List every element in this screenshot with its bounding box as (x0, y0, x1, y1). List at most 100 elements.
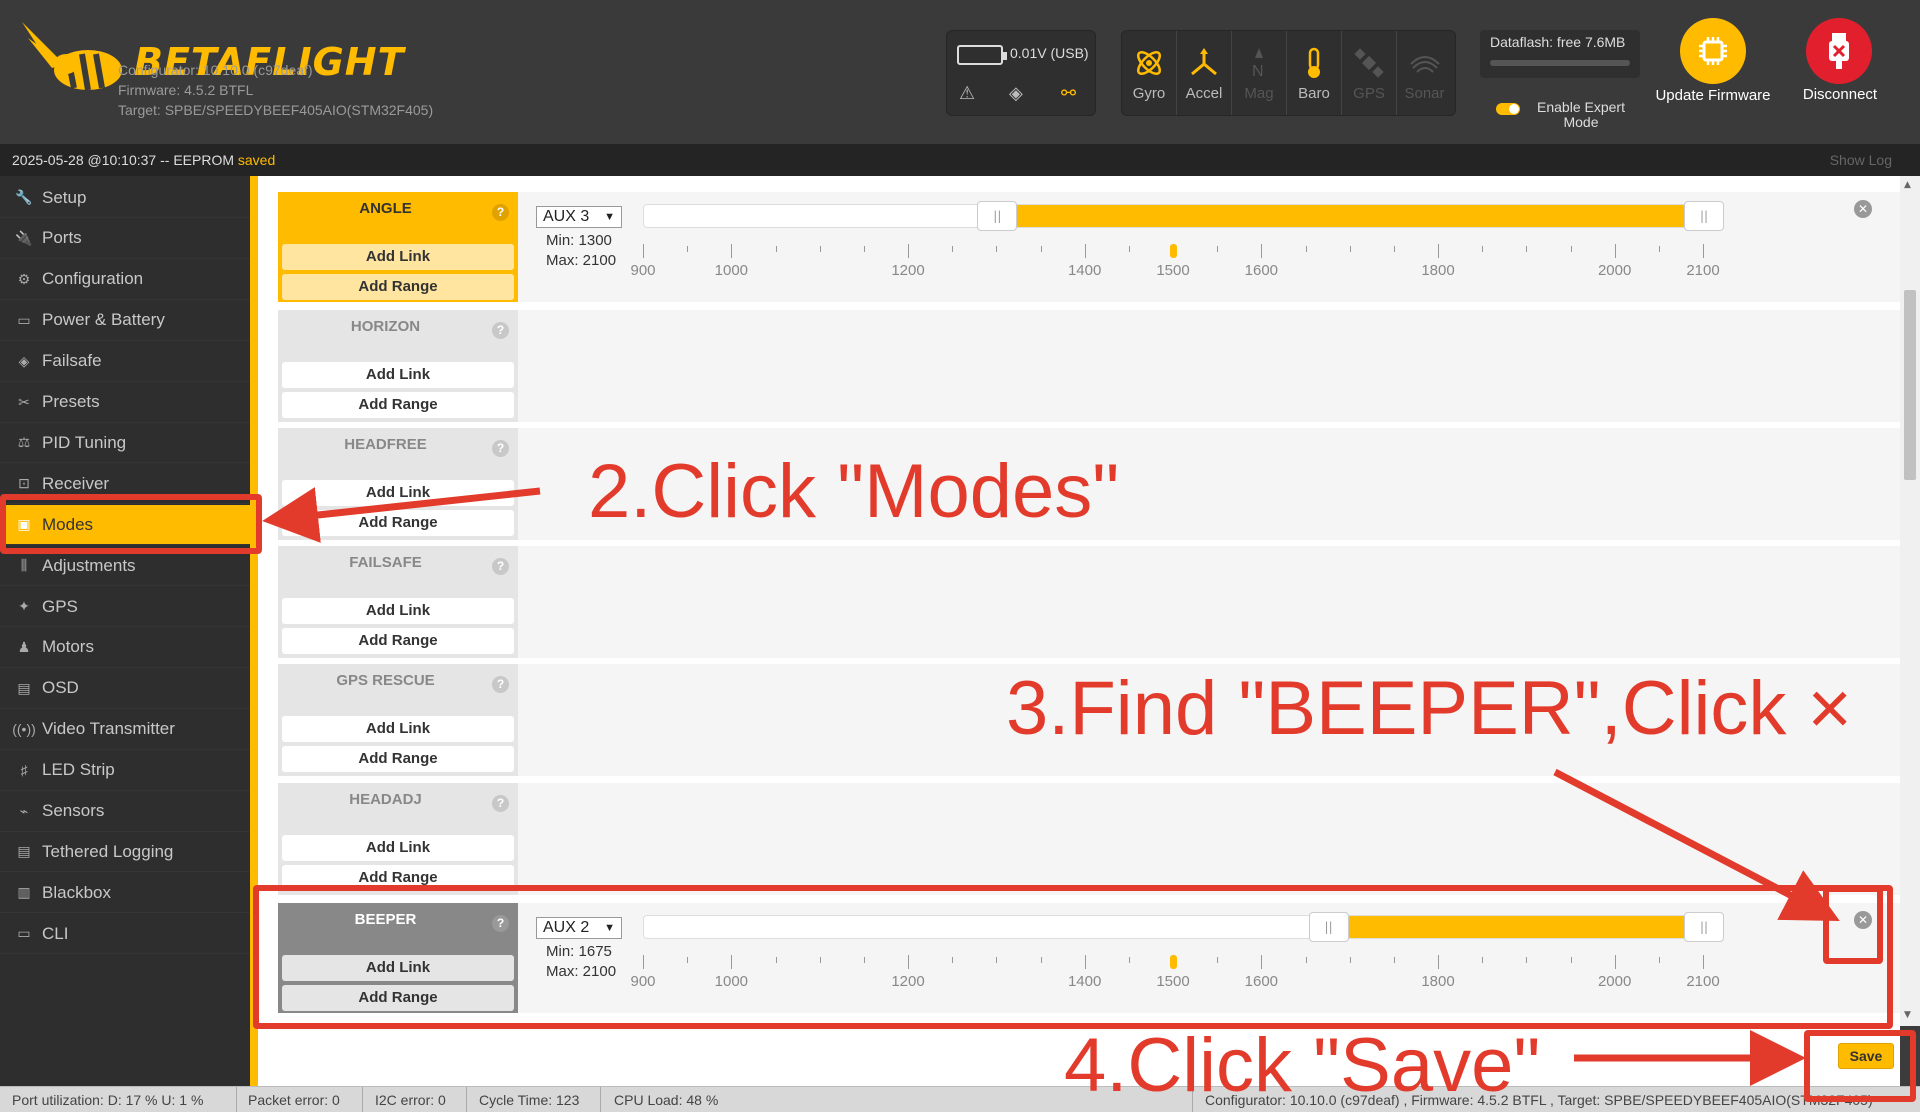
sidebar-item-tethered-logging[interactable]: ▤ Tethered Logging (0, 832, 250, 873)
status-saved: saved (237, 152, 276, 168)
scale-tick (687, 246, 689, 252)
sensor-label: Sonar (1404, 85, 1445, 102)
sensor-mag: N Mag (1232, 31, 1287, 115)
sidebar-item-label: Video Transmitter (42, 719, 175, 739)
help-icon[interactable]: ? (492, 440, 509, 457)
expert-mode-toggle[interactable] (1496, 103, 1520, 115)
add-link-button[interactable]: Add Link (282, 362, 514, 388)
scroll-thumb[interactable] (1904, 290, 1916, 480)
help-icon[interactable]: ? (492, 558, 509, 575)
scale-label: 1200 (891, 262, 925, 279)
disconnect-label[interactable]: Disconnect (1790, 86, 1890, 103)
led-icon: ♯ (20, 762, 28, 779)
scale-tick (1482, 246, 1484, 252)
scroll-down-icon[interactable]: ▼ (1904, 1010, 1911, 1020)
eeprom-status: 2025-05-28 @10:10:37 -- EEPROM saved (12, 152, 275, 168)
cycle-time: Cycle Time: 123 (479, 1092, 580, 1108)
sidebar-item-setup[interactable]: 🔧 Setup (0, 178, 250, 218)
scroll-up-icon[interactable]: ▲ (1904, 180, 1911, 190)
content-scrollbar[interactable]: ▲ ▼ (1900, 176, 1920, 1026)
mode-name: ANGLE (359, 200, 412, 217)
range-max-handle[interactable]: || (1684, 201, 1724, 231)
sensors-icon: ⌁ (19, 802, 29, 819)
show-log-link[interactable]: Show Log (1830, 152, 1892, 168)
disconnect-button[interactable] (1806, 18, 1872, 84)
help-icon[interactable]: ? (492, 676, 509, 693)
help-icon[interactable]: ? (492, 204, 509, 221)
sidebar-item-video-transmitter[interactable]: ((•)) Video Transmitter (0, 710, 250, 750)
sensors-panel: Gyro Accel N Mag Baro GPS Sonar (1121, 30, 1456, 116)
sidebar-item-label: Adjustments (42, 555, 136, 575)
sidebar-item-gps[interactable]: ✦ GPS (0, 587, 250, 627)
range-min-handle[interactable]: || (977, 201, 1018, 231)
battery-voltage: 0.01V (USB) (1010, 45, 1089, 61)
sidebar-item-label: OSD (42, 678, 79, 698)
sidebar-item-ports[interactable]: 🔌 Ports (0, 219, 250, 259)
range-row: AUX 3 ▼ Min: 1300 Max: 2100 || || ✕ 900 1000 1200… (518, 192, 1900, 302)
add-range-button[interactable]: Add Range (282, 510, 514, 536)
update-firmware-button[interactable] (1680, 18, 1746, 84)
help-icon[interactable]: ? (492, 322, 509, 339)
add-range-button[interactable]: Add Range (282, 628, 514, 654)
motor-icon: ♟ (17, 638, 31, 655)
add-link-button[interactable]: Add Link (282, 716, 514, 742)
sidebar-item-cli[interactable]: ▭ CLI (0, 914, 250, 955)
help-icon[interactable]: ? (492, 795, 509, 812)
add-link-button[interactable]: Add Link (282, 598, 514, 624)
sidebar-item-motors[interactable]: ♟ Motors (0, 628, 250, 668)
scale-tick (1438, 244, 1439, 258)
chevron-down-icon: ▼ (604, 211, 615, 223)
add-link-button[interactable]: Add Link (282, 244, 514, 270)
add-range-button[interactable]: Add Range (282, 274, 514, 300)
gps-icon (1354, 48, 1384, 78)
sidebar-item-power-battery[interactable]: ▭ Power & Battery (0, 301, 250, 341)
sidebar-item-sensors[interactable]: ⌁ Sensors (0, 792, 250, 832)
sensor-label: GPS (1353, 85, 1385, 102)
mode-name: HEADADJ (349, 791, 422, 808)
sidebar-item-blackbox[interactable]: ▥ Blackbox (0, 873, 250, 914)
scale-tick (1526, 246, 1528, 252)
add-range-button[interactable]: Add Range (282, 392, 514, 418)
sidebar-item-label: Failsafe (42, 351, 102, 371)
sidebar: 🔧 Setup 🔌 Ports ⚙ Configuration ▭ Power & Batte… (0, 176, 250, 1086)
mode-angle: ANGLE? Add Link Add Range AUX 3 ▼ Min: 1300 Ma… (278, 192, 1900, 302)
dataflash-panel: Dataflash: free 7.6MB (1480, 30, 1640, 78)
update-firmware-label[interactable]: Update Firmware (1652, 86, 1774, 105)
close-icon[interactable]: ✕ (1854, 200, 1872, 218)
battery-icon: ▭ (17, 311, 31, 328)
beeper-highlight-box (253, 885, 1893, 1029)
sensor-label: Baro (1298, 85, 1330, 102)
sidebar-item-pid-tuning[interactable]: ⚖ PID Tuning (0, 423, 250, 464)
wrench-icon: 🔧 (15, 189, 33, 205)
scale-label: 2100 (1686, 262, 1720, 279)
sidebar-item-led-strip[interactable]: ♯ LED Strip (0, 751, 250, 791)
sidebar-item-failsafe[interactable]: ◈ Failsafe (0, 342, 250, 382)
sidebar-item-configuration[interactable]: ⚙ Configuration (0, 260, 250, 300)
mode-box: HORIZON? Add Link Add Range (278, 310, 518, 422)
mode-box: FAILSAFE? Add Link Add Range (278, 546, 518, 658)
range-slider[interactable]: || || (643, 201, 1724, 231)
link-icon: ⚯ (1061, 83, 1077, 104)
sidebar-item-label: Tethered Logging (42, 841, 174, 861)
sidebar-item-osd[interactable]: ▤ OSD (0, 669, 250, 709)
gyro-icon (1136, 50, 1162, 76)
pid-icon: ⚖ (17, 434, 31, 451)
sidebar-item-presets[interactable]: ✂ Presets (0, 383, 250, 423)
range-max: Max: 2100 (546, 252, 617, 269)
add-link-button[interactable]: Add Link (282, 480, 514, 506)
scale-tick (996, 246, 998, 252)
sidebar-item-label: CLI (42, 923, 69, 943)
aux-channel-select[interactable]: AUX 3 ▼ (536, 206, 622, 228)
close-highlight-box (1823, 886, 1883, 964)
add-range-button[interactable]: Add Range (282, 746, 514, 772)
sidebar-item-label: GPS (42, 596, 78, 616)
sidebar-item-label: Ports (42, 228, 82, 248)
add-link-button[interactable]: Add Link (282, 835, 514, 861)
expert-mode-label: Enable Expert Mode (1537, 99, 1625, 130)
receiver-icon: ⊡ (18, 475, 30, 492)
scale-tick (1128, 246, 1130, 252)
warning-icon: ⚠ (959, 83, 976, 104)
sidebar-item-label: Receiver (42, 473, 110, 493)
battery-icon (957, 45, 1007, 65)
sidebar-item-label: PID Tuning (42, 432, 127, 452)
